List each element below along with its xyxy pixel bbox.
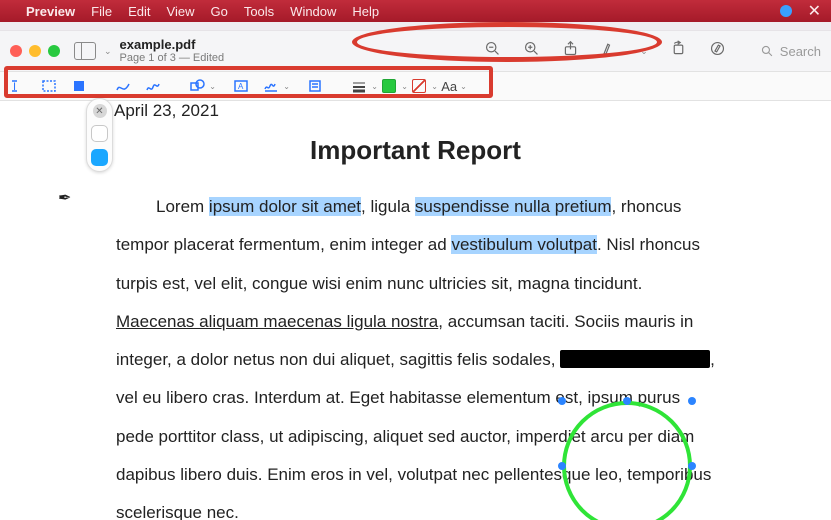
- markup-toggle-button[interactable]: [709, 40, 726, 62]
- text-selection-tool[interactable]: I: [6, 75, 32, 97]
- stroke-color-tool[interactable]: ⌄: [376, 75, 402, 97]
- color-option-none[interactable]: [91, 125, 108, 142]
- macos-menubar: Preview File Edit View Go Tools Window H…: [0, 0, 831, 22]
- menu-file[interactable]: File: [91, 4, 112, 19]
- search-icon: [760, 44, 774, 58]
- toolbar-right: ⌄ Search: [484, 40, 821, 62]
- text-run: , ligula: [361, 197, 415, 216]
- sidebar-toggle-chevron-icon[interactable]: ⌄: [104, 46, 112, 57]
- resize-handle-ml[interactable]: [558, 462, 566, 470]
- app-name[interactable]: Preview: [26, 4, 75, 19]
- color-option-blue[interactable]: [91, 149, 108, 166]
- menu-view[interactable]: View: [167, 4, 195, 19]
- svg-text:A: A: [238, 82, 244, 91]
- sketch-tool[interactable]: [110, 75, 136, 97]
- resize-handle-tc[interactable]: [623, 397, 631, 405]
- menu-edit[interactable]: Edit: [128, 4, 150, 19]
- window-title-block: example.pdf Page 1 of 3 — Edited: [120, 38, 225, 64]
- close-button[interactable]: [10, 45, 22, 57]
- shapes-tool[interactable]: ⌄: [184, 75, 210, 97]
- instant-alpha-tool[interactable]: [66, 75, 92, 97]
- highlight-chevron-icon[interactable]: ⌄: [640, 46, 648, 57]
- document-filename: example.pdf: [120, 38, 225, 52]
- circle-outline: [562, 401, 692, 520]
- rect-selection-tool[interactable]: [36, 75, 62, 97]
- highlighted-text[interactable]: vestibulum volutpat: [451, 235, 597, 254]
- draw-tool[interactable]: [140, 75, 166, 97]
- menu-help[interactable]: Help: [352, 4, 379, 19]
- zoom-button[interactable]: [48, 45, 60, 57]
- search-placeholder: Search: [780, 44, 821, 59]
- pen-cursor-icon: ✒︎: [58, 188, 71, 208]
- document-title: Important Report: [116, 135, 715, 166]
- border-style-tool[interactable]: ⌄: [346, 75, 372, 97]
- sign-tool[interactable]: ⌄: [258, 75, 284, 97]
- circle-shape[interactable]: [562, 401, 692, 520]
- traffic-lights: [10, 45, 60, 57]
- resize-handle-mr[interactable]: [688, 462, 696, 470]
- text-tool[interactable]: A: [228, 75, 254, 97]
- text-style-tool[interactable]: Aa⌄: [436, 75, 472, 97]
- close-window-icon[interactable]: ✕: [808, 1, 821, 21]
- document-date: April 23, 2021: [114, 101, 715, 121]
- minimize-button[interactable]: [29, 45, 41, 57]
- close-popover-button[interactable]: ✕: [93, 104, 107, 118]
- resize-handle-tl[interactable]: [558, 397, 566, 405]
- markup-toolbar: I ⌄ A ⌄ ⌄ ⌄ ⌄ Aa⌄: [0, 71, 831, 101]
- redacted-text[interactable]: [560, 350, 710, 368]
- preview-window: ⌄ example.pdf Page 1 of 3 — Edited ⌄: [0, 30, 831, 520]
- fill-color-tool[interactable]: ⌄: [406, 75, 432, 97]
- highlighted-text[interactable]: suspendisse nulla pretium: [415, 197, 612, 216]
- pdf-page: April 23, 2021 Important Report Lorem ip…: [0, 101, 831, 520]
- underlined-text[interactable]: Maecenas aliquam maecenas ligula nostra: [116, 312, 438, 331]
- zoom-in-button[interactable]: [523, 40, 540, 62]
- highlight-button[interactable]: [601, 40, 618, 62]
- color-popover[interactable]: ✕: [86, 98, 113, 172]
- menubar-status-icon[interactable]: [780, 5, 792, 17]
- menu-go[interactable]: Go: [210, 4, 227, 19]
- sidebar-toggle-button[interactable]: [74, 42, 96, 60]
- search-field[interactable]: Search: [760, 44, 821, 59]
- resize-handle-tr[interactable]: [688, 397, 696, 405]
- text-run: Lorem: [156, 197, 209, 216]
- share-button[interactable]: [562, 40, 579, 62]
- highlighted-text[interactable]: ipsum dolor sit amet: [209, 197, 361, 216]
- rotate-button[interactable]: [670, 40, 687, 62]
- menu-tools[interactable]: Tools: [244, 4, 274, 19]
- document-subtitle: Page 1 of 3 — Edited: [120, 52, 225, 64]
- titlebar: ⌄ example.pdf Page 1 of 3 — Edited ⌄: [0, 31, 831, 71]
- menu-window[interactable]: Window: [290, 4, 336, 19]
- zoom-out-button[interactable]: [484, 40, 501, 62]
- document-viewport[interactable]: April 23, 2021 Important Report Lorem ip…: [0, 101, 831, 520]
- note-tool[interactable]: [302, 75, 328, 97]
